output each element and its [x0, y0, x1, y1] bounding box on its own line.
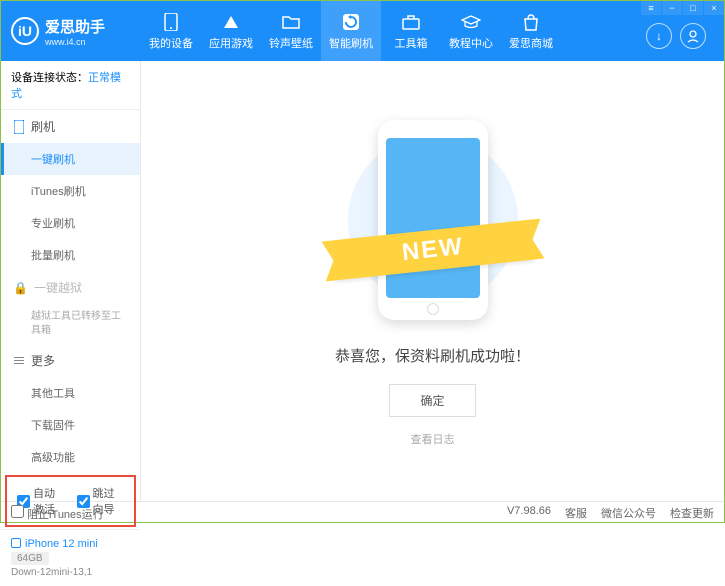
settings-icon[interactable]: ≡: [641, 1, 661, 15]
jailbreak-note: 越狱工具已转移至工具箱: [1, 304, 140, 344]
version-label: V7.98.66: [507, 505, 551, 521]
device-sub: Down-12mini-13,1: [11, 567, 130, 578]
sidebar-item-download-firmware[interactable]: 下载固件: [1, 409, 140, 441]
sidebar-item-batch-flash[interactable]: 批量刷机: [1, 239, 140, 271]
sidebar-item-pro-flash[interactable]: 专业刷机: [1, 207, 140, 239]
wechat-link[interactable]: 微信公众号: [601, 505, 656, 521]
phone-icon: [161, 12, 181, 32]
tab-smart-flash[interactable]: 智能刷机: [321, 1, 381, 61]
block-itunes-checkbox[interactable]: 阻止iTunes运行: [11, 505, 104, 522]
close-button[interactable]: ×: [704, 1, 724, 15]
sidebar-group-flash[interactable]: 刷机: [1, 110, 140, 143]
refresh-icon: [341, 12, 361, 32]
graduation-icon: [461, 12, 481, 32]
maximize-button[interactable]: □: [683, 1, 703, 15]
logo-icon: iU: [11, 17, 39, 45]
view-log-link[interactable]: 查看日志: [411, 431, 455, 447]
sidebar-item-other-tools[interactable]: 其他工具: [1, 377, 140, 409]
sidebar-group-more[interactable]: 更多: [1, 344, 140, 377]
title-bar: ≡ − □ × iU 爱思助手 www.i4.cn 我的设备 应用游戏 铃声壁纸: [1, 1, 724, 61]
toolbox-icon: [401, 12, 421, 32]
success-message: 恭喜您，保资料刷机成功啦！: [335, 345, 530, 366]
status-bar: 阻止iTunes运行 V7.98.66 客服 微信公众号 检查更新: [1, 501, 724, 524]
bag-icon: [521, 12, 541, 32]
sidebar-item-advanced[interactable]: 高级功能: [1, 441, 140, 473]
apps-icon: [221, 12, 241, 32]
device-info[interactable]: iPhone 12 mini 64GB Down-12mini-13,1: [1, 529, 140, 586]
support-link[interactable]: 客服: [565, 505, 587, 521]
sidebar-item-oneclick-flash[interactable]: 一键刷机: [1, 143, 140, 175]
tab-store[interactable]: 爱思商城: [501, 1, 561, 61]
lock-icon: 🔒: [13, 281, 28, 295]
main-content: NEW 恭喜您，保资料刷机成功啦！ 确定 查看日志: [141, 61, 724, 501]
tab-apps-games[interactable]: 应用游戏: [201, 1, 261, 61]
download-icon[interactable]: ↓: [646, 23, 672, 49]
minimize-button[interactable]: −: [662, 1, 682, 15]
device-icon-small: [11, 538, 21, 548]
tab-my-device[interactable]: 我的设备: [141, 1, 201, 61]
check-update-link[interactable]: 检查更新: [670, 505, 714, 521]
app-name: 爱思助手: [45, 19, 105, 36]
folder-icon: [281, 12, 301, 32]
ok-button[interactable]: 确定: [389, 384, 475, 417]
nav-tabs: 我的设备 应用游戏 铃声壁纸 智能刷机 工具箱 教程中心: [141, 1, 646, 61]
device-name: iPhone 12 mini: [25, 538, 98, 550]
device-storage: 64GB: [11, 552, 49, 565]
connection-status: 设备连接状态：正常模式: [1, 61, 140, 110]
tab-toolbox[interactable]: 工具箱: [381, 1, 441, 61]
logo: iU 爱思助手 www.i4.cn: [11, 16, 141, 47]
tab-tutorials[interactable]: 教程中心: [441, 1, 501, 61]
user-icon[interactable]: [680, 23, 706, 49]
sidebar: 设备连接状态：正常模式 刷机 一键刷机 iTunes刷机 专业刷机 批量刷机 🔒…: [1, 61, 141, 501]
sidebar-item-itunes-flash[interactable]: iTunes刷机: [1, 175, 140, 207]
phone-illustration: NEW: [368, 115, 498, 325]
device-icon: [13, 121, 25, 133]
tab-ringtones[interactable]: 铃声壁纸: [261, 1, 321, 61]
more-icon: [13, 355, 25, 367]
app-url: www.i4.cn: [45, 37, 105, 47]
sidebar-group-jailbreak: 🔒 一键越狱: [1, 271, 140, 304]
